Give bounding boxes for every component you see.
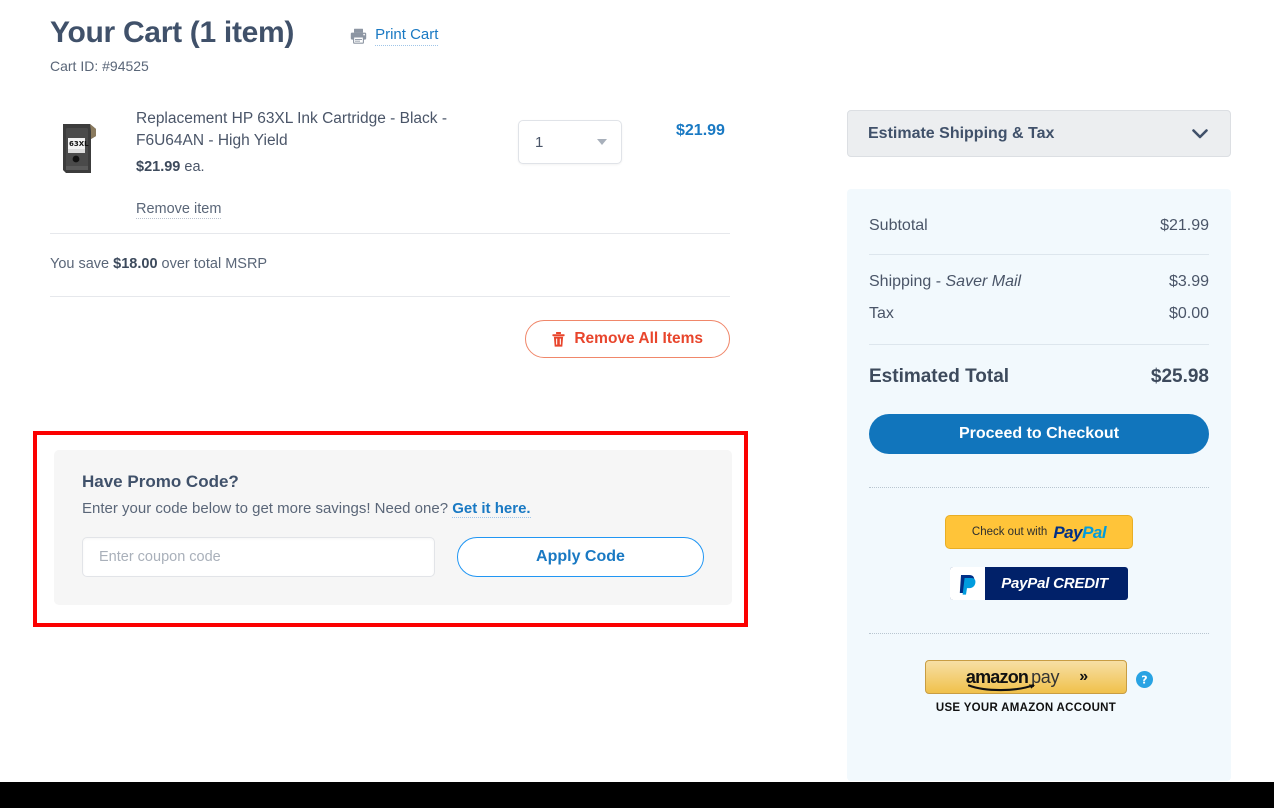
cart-item-line-total: $21.99	[676, 122, 725, 139]
paypal-credit-label: PayPal CREDIT	[985, 575, 1128, 592]
cart-page: Your Cart (1 item) Print Cart Cart ID: #…	[0, 0, 1274, 782]
promo-code-highlight: Have Promo Code? Enter your code below t…	[33, 431, 748, 627]
shipping-label: Shipping	[869, 273, 932, 290]
paypal-credit-button[interactable]: PayPal CREDIT	[950, 567, 1128, 600]
page-title: Your Cart (1 item)	[50, 16, 295, 49]
cart-header-row: Your Cart (1 item) Print Cart	[50, 18, 750, 48]
get-promo-code-link[interactable]: Get it here.	[452, 500, 531, 518]
trash-icon	[552, 331, 565, 347]
cart-item-unit-price-value: $21.99	[136, 159, 181, 175]
amazon-pay-wordmark: amazon pay	[966, 668, 1060, 691]
amazon-pay-button[interactable]: amazon pay »	[925, 660, 1127, 694]
summary-dotted-divider-2	[869, 633, 1209, 634]
paypal-logo-icon	[950, 567, 985, 600]
amazon-pay-caption: USE YOUR AMAZON ACCOUNT	[935, 702, 1117, 714]
printer-icon	[350, 29, 367, 44]
summary-row-subtotal: Subtotal $21.99	[869, 217, 1209, 254]
paypal-credit-brand: PayPal	[1001, 575, 1054, 592]
help-question-icon[interactable]: ?	[1136, 670, 1153, 688]
paypal-checkout-button[interactable]: Check out with PayPal	[945, 515, 1133, 549]
promo-controls: Apply Code	[82, 537, 704, 577]
paypal-pal-word: Pal	[1082, 522, 1107, 542]
summary-row-tax: Tax $0.00	[869, 305, 1209, 344]
cart-header: Your Cart (1 item) Print Cart Cart ID: #…	[50, 18, 750, 74]
savings-prefix: You save	[50, 256, 114, 272]
estimated-total-value: $25.98	[1150, 366, 1209, 387]
chevron-down-icon	[1192, 128, 1208, 138]
promo-subtitle-text: Enter your code below to get more saving…	[82, 500, 453, 517]
alternate-payment-block: Check out with PayPal PayPal CREDIT	[869, 515, 1209, 600]
shipping-value: $3.99	[1168, 273, 1209, 290]
amazon-pay-chevrons-icon: »	[1079, 668, 1088, 685]
tax-label: Tax	[869, 305, 894, 322]
proceed-to-checkout-button[interactable]: Proceed to Checkout	[869, 414, 1209, 454]
estimate-shipping-tax-label: Estimate Shipping & Tax	[868, 124, 1055, 142]
cart-items-section: 63XL Replacement HP 63XL Ink Cartridge -…	[50, 108, 730, 358]
remove-item-link[interactable]: Remove item	[136, 201, 222, 219]
print-cart-label: Print Cart	[375, 26, 439, 46]
paypal-checkout-text: Check out with	[971, 526, 1048, 538]
promo-title: Have Promo Code?	[82, 472, 239, 491]
cart-item-name[interactable]: Replacement HP 63XL Ink Cartridge - Blac…	[136, 108, 496, 152]
subtotal-label: Subtotal	[869, 217, 928, 234]
amazon-smile-icon	[967, 683, 1035, 691]
apply-code-button[interactable]: Apply Code	[456, 537, 704, 577]
amazon-pay-row: amazon pay » USE YOUR AMAZON ACCOUNT ?	[869, 660, 1209, 714]
savings-row: You save $18.00 over total MSRP	[50, 234, 730, 296]
order-summary-panel: Subtotal $21.99 Shipping - Saver Mail $3…	[847, 189, 1231, 781]
print-cart-link[interactable]: Print Cart	[350, 26, 439, 46]
cart-item-info: Replacement HP 63XL Ink Cartridge - Blac…	[136, 108, 496, 219]
shipping-dash: -	[931, 273, 946, 290]
coupon-code-input[interactable]	[82, 537, 435, 577]
shipping-label-group: Shipping - Saver Mail	[869, 273, 1021, 291]
remove-all-items-button[interactable]: Remove All Items	[525, 320, 730, 358]
savings-amount: $18.00	[113, 256, 158, 272]
estimated-total-label: Estimated Total	[869, 366, 1010, 387]
order-sidebar: Estimate Shipping & Tax Subtotal $21.99 …	[847, 110, 1231, 781]
remove-all-items-label: Remove All Items	[574, 330, 703, 347]
cart-id: Cart ID: #94525	[50, 58, 149, 74]
paypal-pay-word: Pay	[1053, 522, 1083, 542]
shipping-method: Saver Mail	[945, 273, 1022, 290]
promo-code-section: Have Promo Code? Enter your code below t…	[54, 450, 732, 605]
cart-item-unit-price-suffix: ea.	[180, 159, 205, 175]
svg-text:63XL: 63XL	[69, 140, 89, 148]
summary-row-total: Estimated Total $25.98	[869, 345, 1209, 388]
savings-suffix: over total MSRP	[157, 256, 268, 272]
cart-item-unit-price: $21.99 ea.	[136, 159, 496, 175]
quantity-select[interactable]: 1	[518, 120, 622, 164]
paypal-credit-product: CREDIT	[1053, 575, 1108, 592]
bottom-black-bar	[0, 782, 1274, 808]
subtotal-value: $21.99	[1160, 217, 1209, 234]
remove-all-row: Remove All Items	[50, 297, 730, 358]
svg-text:?: ?	[1141, 673, 1147, 686]
amazon-pay-block: amazon pay » USE YOUR AMAZON ACCOUNT	[925, 660, 1127, 714]
tax-value: $0.00	[1168, 305, 1209, 322]
ink-cartridge-thumbnail-icon: 63XL	[50, 118, 112, 180]
promo-subtitle: Enter your code below to get more saving…	[82, 500, 704, 518]
quantity-value: 1	[535, 133, 544, 151]
summary-row-shipping: Shipping - Saver Mail $3.99	[869, 255, 1209, 305]
chevron-down-icon	[597, 139, 607, 145]
paypal-wordmark: PayPal	[1053, 524, 1106, 541]
summary-dotted-divider-1	[869, 487, 1209, 488]
estimate-shipping-tax-toggle[interactable]: Estimate Shipping & Tax	[847, 110, 1231, 157]
cart-line-item: 63XL Replacement HP 63XL Ink Cartridge -…	[50, 108, 730, 233]
